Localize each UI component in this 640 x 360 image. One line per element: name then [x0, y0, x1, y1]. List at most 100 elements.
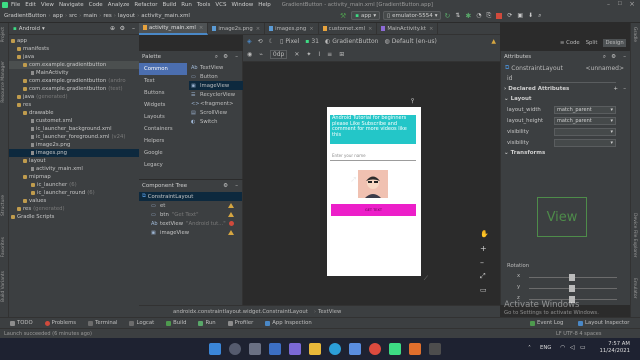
palette-category[interactable]: Widgets — [139, 99, 187, 111]
edge-icon[interactable] — [329, 343, 341, 355]
add-attribute-icon[interactable]: + — [613, 86, 618, 92]
project-tree-item[interactable]: java (generated) — [9, 93, 139, 101]
breadcrumb-res[interactable]: res — [103, 13, 111, 19]
phone-preview[interactable]: Android Tutorial for beginners please Li… — [327, 107, 428, 282]
rerun-icon[interactable]: ↻ — [444, 12, 450, 20]
taskbar-search-icon[interactable] — [229, 343, 241, 355]
palette-category[interactable]: Buttons — [139, 87, 187, 99]
palette-item[interactable]: ◐ Switch — [189, 117, 243, 126]
zoom-in-icon[interactable]: + — [480, 244, 492, 258]
tree-hide-icon[interactable]: – — [235, 183, 238, 189]
menu-tools[interactable]: Tools — [197, 2, 211, 8]
tab-problems[interactable]: Problems — [44, 320, 76, 326]
clock[interactable]: 7:57 AM 11/24/2021 — [596, 341, 630, 355]
menu-run[interactable]: Run — [181, 2, 192, 8]
project-tree-item[interactable]: drawable — [9, 109, 139, 117]
project-tree-item[interactable]: res (generated) — [9, 205, 139, 213]
tab-build[interactable]: Build — [166, 320, 186, 326]
project-tree-item[interactable]: images.png — [9, 149, 139, 157]
warning-icon[interactable] — [228, 203, 234, 208]
layout-section[interactable]: ⌄ Layout — [501, 94, 630, 104]
breadcrumb-app[interactable]: app — [53, 13, 63, 19]
tray-chevron-icon[interactable]: ˄ — [528, 345, 531, 352]
default-margin-select[interactable]: 0dp — [269, 50, 288, 59]
id-input[interactable] — [541, 75, 616, 83]
project-tree-item[interactable]: layout — [9, 157, 139, 165]
night-mode-icon[interactable]: ☾ — [269, 38, 274, 45]
sdk-manager-icon[interactable]: ⬇ — [528, 12, 533, 19]
zoom-out-icon[interactable]: – — [480, 258, 492, 272]
palette-search-icon[interactable]: ⌕ — [215, 54, 218, 61]
tool-tab-structure[interactable]: Structure — [1, 195, 6, 216]
menu-edit[interactable]: Edit — [25, 2, 36, 8]
palette-category[interactable]: Text — [139, 75, 187, 87]
tool-tab-favorites[interactable]: Favorites — [1, 237, 6, 257]
preview-button[interactable]: GET TEXT — [331, 204, 416, 216]
tab-logcat[interactable]: Logcat — [129, 320, 154, 326]
tool-tab-emulator[interactable]: Emulator — [632, 278, 637, 298]
warning-icon[interactable] — [228, 212, 234, 217]
wifi-icon[interactable]: ◠ — [560, 344, 565, 351]
tool-tab-resource-manager[interactable]: Resource Manager — [1, 61, 6, 103]
project-tree-item[interactable]: res — [9, 101, 139, 109]
avd-manager-icon[interactable]: ▣ — [517, 12, 523, 19]
hammer-icon[interactable]: ⚒ — [340, 12, 346, 20]
project-tree-item[interactable]: MainActivity — [9, 69, 139, 77]
palette-category[interactable]: Common — [139, 63, 187, 75]
menu-code[interactable]: Code — [89, 2, 103, 8]
menu-window[interactable]: Window — [232, 2, 254, 8]
split-mode-button[interactable]: Split — [586, 40, 598, 46]
zoom-fit-icon[interactable]: ⤢ — [480, 272, 492, 286]
gear-icon[interactable]: ⚙ — [120, 25, 125, 32]
start-icon[interactable] — [209, 343, 221, 355]
pan-icon[interactable]: ✋ — [480, 230, 492, 244]
palette-item[interactable]: ▭ Button — [189, 72, 243, 81]
menu-file[interactable]: File — [11, 2, 20, 8]
project-tree-item[interactable]: mipmap — [9, 173, 139, 181]
tab-terminal[interactable]: Terminal — [88, 320, 117, 326]
palette-item[interactable]: Ab TextView — [189, 63, 243, 72]
language-indicator[interactable]: ENG — [540, 345, 551, 351]
profile-icon[interactable]: ◔ — [476, 12, 481, 19]
attribute-value-select[interactable]: match_parent ▾ — [554, 105, 616, 114]
editor-tab[interactable]: image2s.png × — [208, 22, 266, 35]
project-tree-item[interactable]: com.example.gradientbutton (andro — [9, 77, 139, 85]
close-button[interactable]: × — [629, 0, 635, 8]
zoom-actual-icon[interactable]: ▭ — [480, 286, 492, 300]
project-tree-item[interactable]: ic_launcher_round (6) — [9, 189, 139, 197]
tree-root[interactable]: ⧉ ConstraintLayout — [139, 192, 242, 201]
align-icon[interactable]: ≡ — [327, 51, 332, 58]
device-select[interactable]: ▯ emulator-5554 ▾ — [383, 11, 442, 20]
component-tree-item[interactable]: ▭ btn "Get Text" — [139, 210, 242, 219]
battery-icon[interactable]: ▭ — [580, 344, 586, 351]
rotation-slider[interactable] — [529, 274, 617, 281]
breadcrumb-file[interactable]: activity_main.xml — [141, 13, 190, 19]
select-design-surface-icon[interactable]: ◈ — [247, 38, 252, 45]
attr-gear-icon[interactable]: ⚙ — [611, 54, 616, 60]
component-tree-item[interactable]: ▭ et — [139, 201, 242, 210]
component-tree-item[interactable]: Ab textView "Android tut..." — [139, 219, 242, 228]
breadcrumb-project[interactable]: GradientButton — [4, 13, 46, 19]
status-message[interactable]: Launch succeeded (6 minutes ago) — [4, 331, 92, 337]
file-explorer-icon[interactable] — [309, 343, 321, 355]
tool-tab-gradle[interactable]: Gradle — [632, 27, 637, 42]
store-icon[interactable] — [349, 343, 361, 355]
declared-attributes-section[interactable]: › Declared Attributes + – — [501, 84, 630, 94]
sync-icon[interactable]: ⟳ — [507, 12, 512, 19]
resize-handle-icon[interactable]: ⟋ — [424, 275, 428, 283]
tab-profiler[interactable]: Profiler — [227, 320, 253, 326]
palette-item[interactable]: <> <fragment> — [189, 99, 243, 108]
breadcrumb-src[interactable]: src — [69, 13, 77, 19]
transforms-section[interactable]: ⌄ Transforms — [501, 148, 630, 158]
project-tree-item[interactable]: manifests — [9, 45, 139, 53]
component-tree-item[interactable]: ▣ imageView — [139, 228, 242, 237]
tool-tab-device-file-explorer[interactable]: Device File Explorer — [632, 213, 637, 258]
error-icon[interactable] — [229, 221, 234, 226]
api-select-label[interactable]: 31 — [311, 38, 319, 45]
pack-icon[interactable]: ⊞ — [339, 51, 344, 58]
project-tree-item[interactable]: image2s.png — [9, 141, 139, 149]
attr-hide-icon[interactable]: – — [623, 54, 626, 60]
device-select-label[interactable]: Pixel — [285, 38, 299, 45]
stop-icon[interactable] — [496, 12, 503, 19]
menu-view[interactable]: View — [41, 2, 54, 8]
